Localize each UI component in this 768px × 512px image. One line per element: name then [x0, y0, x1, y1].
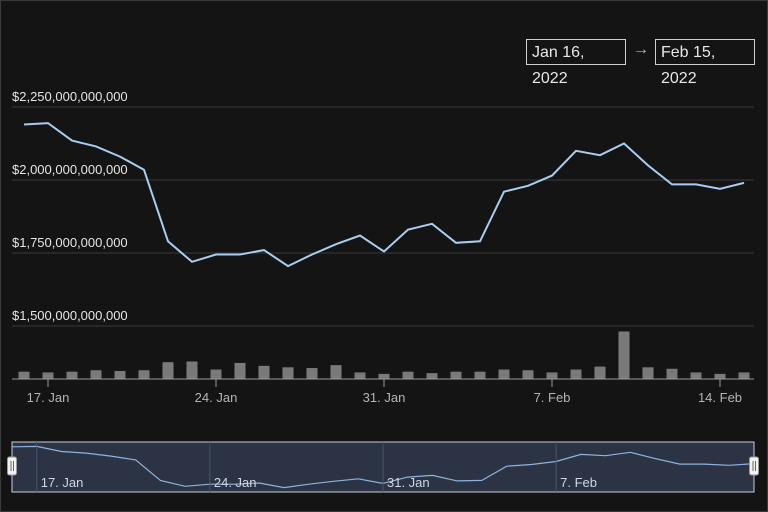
navigator-tick-label: 31. Jan: [387, 475, 430, 490]
navigator-tick-label: 17. Jan: [41, 475, 84, 490]
navigator-tick-label: 7. Feb: [560, 475, 597, 490]
volume-bar: [282, 367, 294, 379]
volume-bar: [114, 370, 126, 379]
x-tick-label: 31. Jan: [363, 390, 406, 405]
volume-bar: [546, 372, 558, 379]
navigator-right-handle[interactable]: [749, 456, 759, 476]
volume-bar: [42, 372, 54, 379]
volume-bar: [498, 369, 510, 379]
volume-bar: [570, 369, 582, 379]
x-tick-label: 17. Jan: [27, 390, 70, 405]
volume-bar: [594, 366, 606, 379]
y-tick-label: $2,250,000,000,000: [12, 89, 128, 104]
y-tick-label: $1,500,000,000,000: [12, 308, 128, 323]
volume-bar: [618, 331, 630, 379]
x-tick-label: 24. Jan: [195, 390, 238, 405]
volume-bar: [66, 371, 78, 379]
y-tick-label: $2,000,000,000,000: [12, 162, 128, 177]
volume-bar: [402, 371, 414, 379]
volume-bar: [378, 373, 390, 379]
price-chart: $2,250,000,000,000 $2,000,000,000,000 $1,7…: [7, 89, 759, 493]
x-tick-label: 7. Feb: [534, 390, 571, 405]
volume-bar: [690, 372, 702, 379]
price-series-line: [23, 122, 745, 268]
grid-lines: [12, 106, 754, 327]
navigator[interactable]: 17. Jan 24. Jan 31. Jan 7. Feb: [7, 441, 759, 493]
navigator-tick-label: 24. Jan: [214, 475, 257, 490]
volume-bar: [186, 361, 198, 379]
volume-bar: [162, 362, 174, 379]
volume-bar: [738, 372, 750, 379]
volume-bar: [474, 371, 486, 379]
volume-bar: [90, 370, 102, 379]
volume-bar: [138, 370, 150, 379]
volume-bar: [450, 371, 462, 379]
volume-bar: [426, 373, 438, 379]
volume-bar: [714, 373, 726, 379]
y-tick-label: $1,750,000,000,000: [12, 235, 128, 250]
x-axis-ticks: 17. Jan 24. Jan 31. Jan 7. Feb 14. Feb: [27, 379, 742, 405]
volume-bar: [666, 368, 678, 379]
volume-series: [18, 331, 750, 379]
volume-bar: [354, 372, 366, 379]
volume-bar: [306, 368, 318, 379]
volume-bar: [234, 362, 246, 379]
volume-bar: [522, 370, 534, 379]
volume-bar: [330, 365, 342, 379]
volume-bar: [210, 369, 222, 379]
volume-bar: [258, 365, 270, 379]
volume-bar: [642, 367, 654, 379]
navigator-left-handle[interactable]: [7, 456, 17, 476]
x-tick-label: 14. Feb: [698, 390, 742, 405]
volume-bar: [18, 371, 30, 379]
